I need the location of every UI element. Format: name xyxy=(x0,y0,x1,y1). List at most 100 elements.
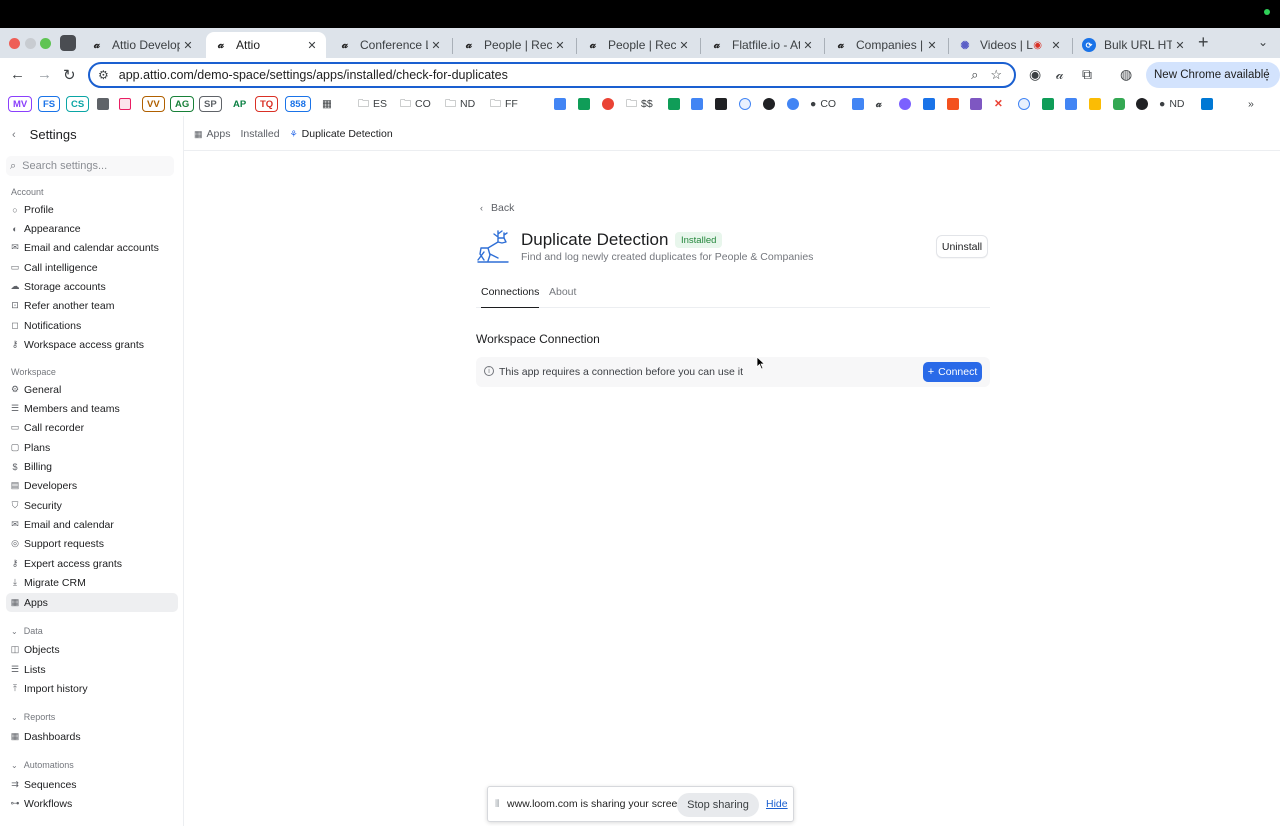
tab-close-icon[interactable]: ✕ xyxy=(1172,39,1188,52)
site-info-icon[interactable]: ⚙ xyxy=(98,68,109,82)
bookmarks-overflow-icon[interactable]: » xyxy=(1248,96,1254,112)
sidebar-item-developers[interactable]: ▤ Developers xyxy=(6,476,178,495)
extensions-puzzle-icon[interactable]: ⧉ xyxy=(1082,66,1092,83)
breadcrumb-installed[interactable]: Installed xyxy=(240,128,279,140)
forward-arrow-icon[interactable]: → xyxy=(37,66,52,83)
bookmark-badge[interactable]: TQ xyxy=(255,96,279,112)
tab-close-icon[interactable]: ✕ xyxy=(800,39,816,52)
sidebar-item-appearance[interactable]: ◐ Appearance xyxy=(6,219,178,238)
bookmark-search-icon[interactable] xyxy=(739,98,751,110)
back-link[interactable]: ‹ Back xyxy=(480,202,514,214)
bookmark-search-icon[interactable] xyxy=(1018,98,1030,110)
bookmark-badge[interactable]: FS xyxy=(38,96,61,112)
bookmark-app-icon[interactable] xyxy=(899,98,911,110)
back-arrow-icon[interactable]: ← xyxy=(10,66,25,83)
tab-close-icon[interactable]: ✕ xyxy=(428,39,444,52)
connect-button[interactable]: + Connect xyxy=(923,362,982,382)
sidebar-item-email-calendar-accounts[interactable]: ✉ Email and calendar accounts xyxy=(6,238,178,257)
sidebar-item-storage-accounts[interactable]: ☁ Storage accounts xyxy=(6,277,178,296)
bookmark-sheets-icon[interactable] xyxy=(578,98,590,110)
tab-close-icon[interactable]: ✕ xyxy=(1048,39,1064,52)
browser-tab[interactable]: ⟳Bulk URL HTTP S✕ xyxy=(1074,32,1194,58)
window-close-icon[interactable] xyxy=(9,38,20,49)
bookmark-badge[interactable]: 858 xyxy=(285,96,311,112)
browser-tab[interactable]: 𝒶Flatfile.io - Attio✕ xyxy=(702,32,822,58)
bookmark-sheets-icon[interactable] xyxy=(668,98,680,110)
tab-about[interactable]: About xyxy=(549,286,576,307)
browser-tab[interactable]: 𝒶People | Recently✕ xyxy=(578,32,698,58)
bookmark-docs-icon[interactable] xyxy=(1065,98,1077,110)
hide-link[interactable]: Hide xyxy=(766,798,788,810)
sidebar-item-support-requests[interactable]: ◎ Support requests xyxy=(6,534,178,553)
bookmark-app-icon[interactable] xyxy=(602,98,614,110)
section-label-reports[interactable]: ⌄ Reports xyxy=(11,712,55,722)
chrome-menu-icon[interactable]: ⋮ xyxy=(1260,66,1274,83)
browser-tab[interactable]: 𝒶Conference List✕ xyxy=(330,32,450,58)
bookmark-badge[interactable]: CS xyxy=(66,96,90,112)
bookmark-app-icon[interactable] xyxy=(947,98,959,110)
bookmark-folder[interactable]: 🗀 CO xyxy=(400,96,431,112)
tab-close-icon[interactable]: ✕ xyxy=(552,39,568,52)
browser-tab-active[interactable]: 𝒶 Attio ✕ xyxy=(206,32,326,58)
browser-tab[interactable]: 𝒶Attio Developer P✕ xyxy=(82,32,202,58)
breadcrumb-apps[interactable]: Apps xyxy=(207,128,231,140)
sidebar-item-email-and-calendar[interactable]: ✉ Email and calendar xyxy=(6,515,178,534)
settings-search[interactable]: ⌕ xyxy=(6,156,174,176)
browser-tab[interactable]: 𝒶People | Recently✕ xyxy=(454,32,574,58)
sidebar-item-expert-access-grants[interactable]: ⚷ Expert access grants xyxy=(6,554,178,573)
bookmark-slides-icon[interactable] xyxy=(1089,98,1101,110)
bookmark-github-link[interactable]: ● ND xyxy=(1159,96,1185,112)
attio-extension-icon[interactable]: 𝒶 xyxy=(1056,66,1064,83)
drag-handle-icon[interactable]: ⦀ xyxy=(495,799,499,810)
sidebar-item-billing[interactable]: $ Billing xyxy=(6,457,178,476)
bookmark-badge[interactable]: AP xyxy=(228,96,251,112)
sidebar-item-general[interactable]: ⚙ General xyxy=(6,380,178,399)
bookmark-app-icon[interactable] xyxy=(923,98,935,110)
sidebar-item-profile[interactable]: ○ Profile xyxy=(6,200,178,219)
sidebar-item-members-and-teams[interactable]: ☰ Members and teams xyxy=(6,399,178,418)
sidebar-item-objects[interactable]: ◫ Objects xyxy=(6,640,178,659)
sidebar-item-import-history[interactable]: ⤒ Import history xyxy=(6,679,178,698)
browser-tab[interactable]: ✺Videos | Libra◉✕ xyxy=(950,32,1070,58)
profile-avatar-icon[interactable]: ◍ xyxy=(1120,66,1132,83)
sidebar-item-workspace-access-grants[interactable]: ⚷ Workspace access grants xyxy=(6,335,178,354)
bookmark-badge[interactable]: SP xyxy=(199,96,222,112)
bookmark-app-icon[interactable] xyxy=(787,98,799,110)
password-manager-icon[interactable]: ◉ xyxy=(1029,66,1041,83)
bookmark-grid-icon[interactable]: ▦ xyxy=(322,96,332,112)
bookmark-docs-icon[interactable] xyxy=(852,98,864,110)
sidebar-item-workflows[interactable]: ⊶ Workflows xyxy=(6,794,178,813)
bookmark-badge[interactable]: AG xyxy=(170,96,195,112)
bookmark-folder[interactable]: 🗀 ND xyxy=(445,96,475,112)
bookmark-docs-icon[interactable] xyxy=(554,98,566,110)
tab-search-chevron-icon[interactable]: ⌄ xyxy=(1258,35,1268,49)
sidebar-item-refer-another-team[interactable]: ⊡ Refer another team xyxy=(6,296,178,315)
bookmark-badge[interactable]: MV xyxy=(8,96,33,112)
bookmark-sheets-icon[interactable] xyxy=(1042,98,1054,110)
tab-close-icon[interactable]: ✕ xyxy=(676,39,692,52)
address-bar[interactable]: ⚙ app.attio.com/demo-space/settings/apps… xyxy=(88,62,1016,88)
bookmark-badge[interactable]: VV xyxy=(142,96,165,112)
tab-group-icon[interactable] xyxy=(60,35,76,51)
bookmark-app-icon[interactable] xyxy=(715,98,727,110)
section-label-data[interactable]: ⌄ Data xyxy=(11,626,43,636)
bookmark-github-icon[interactable] xyxy=(1136,98,1148,110)
bookmark-x-icon[interactable]: ✕ xyxy=(994,96,1003,112)
window-zoom-icon[interactable] xyxy=(40,38,51,49)
chevron-left-icon[interactable]: ‹ xyxy=(12,129,16,141)
sidebar-item-sequences[interactable]: ⇉ Sequences xyxy=(6,775,178,794)
sidebar-item-call-recorder[interactable]: ▭ Call recorder xyxy=(6,418,178,437)
sidebar-item-apps[interactable]: ▦ Apps xyxy=(6,593,178,612)
new-tab-icon[interactable]: + xyxy=(1198,32,1209,53)
bookmark-star-icon[interactable]: ☆ xyxy=(990,67,1002,83)
uninstall-button[interactable]: Uninstall xyxy=(936,235,988,258)
window-minimize-icon[interactable] xyxy=(25,38,36,49)
stop-sharing-button[interactable]: Stop sharing xyxy=(677,793,759,817)
sidebar-item-plans[interactable]: ▢ Plans xyxy=(6,438,178,457)
sidebar-item-call-intelligence[interactable]: ▭ Call intelligence xyxy=(6,258,178,277)
bookmark-folder[interactable]: 🗀 $$ xyxy=(626,96,653,112)
tab-connections[interactable]: Connections xyxy=(481,286,540,308)
bookmark-github-link[interactable]: ● CO xyxy=(810,96,836,112)
bookmark-outlook-icon[interactable] xyxy=(1201,98,1213,110)
zoom-icon[interactable]: ⌕ xyxy=(971,67,978,83)
